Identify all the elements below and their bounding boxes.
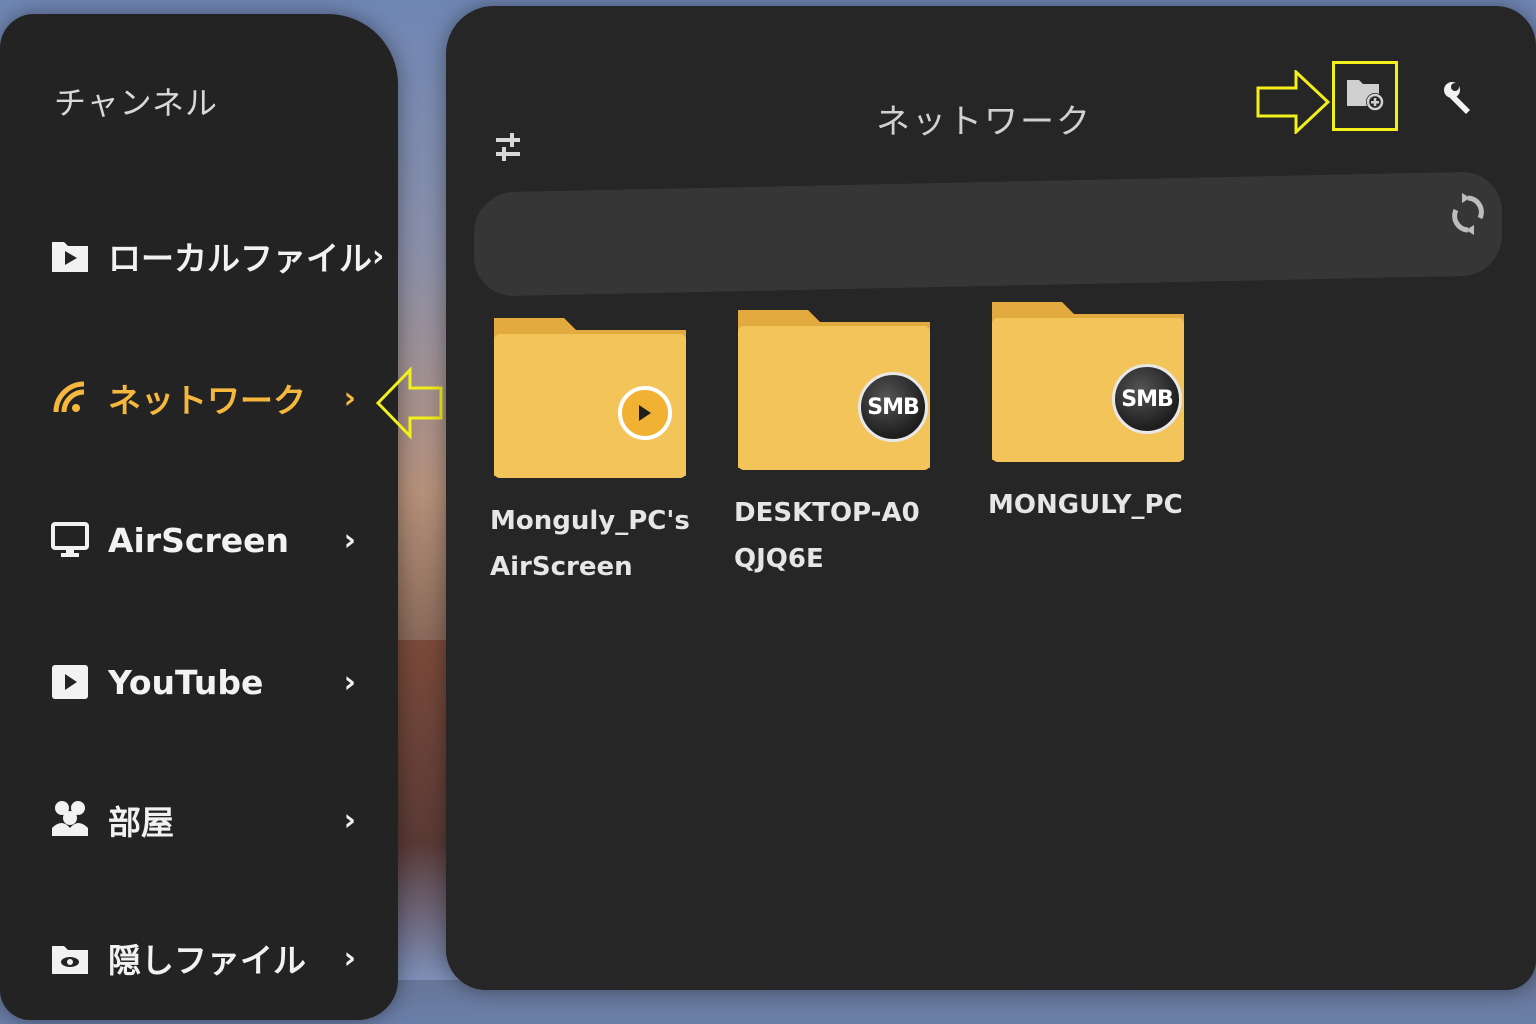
page-title: ネットワーク [876,102,1092,142]
chevron-right-icon: › [372,238,385,274]
sidebar-item-label: 部屋 [108,803,174,842]
chevron-right-icon: › [343,664,356,700]
chevron-right-icon: › [343,380,356,416]
folder-label: MONGULY_PC [988,490,1183,520]
path-bar[interactable] [474,171,1502,297]
network-panel: ネットワーク Monguly_PC's AirScreen SMB DESKTO… [446,6,1536,990]
wifi-icon [50,378,90,418]
sidebar-item-youtube[interactable]: YouTube › [50,652,370,712]
chevron-right-icon: › [343,802,356,838]
arrow-right-icon [1256,68,1331,138]
sidebar-item-label: YouTube [108,662,264,702]
folder-item-desktop[interactable]: SMB DESKTOP-A0QJQ6E [734,304,954,582]
arrow-left-icon [375,366,444,444]
sidebar-item-label: 隠しファイル [108,941,306,980]
sidebar-item-label: ローカルファイル [108,239,372,278]
sidebar-item-network[interactable]: ネットワーク › [50,368,370,428]
channel-sidebar: チャンネル ローカルファイル › ネットワーク › AirScreen › Yo… [0,14,398,1020]
chevron-right-icon: › [343,940,356,976]
play-icon [618,386,672,440]
wrench-icon [1442,82,1474,120]
sidebar-item-airscreen[interactable]: AirScreen › [50,510,370,570]
sidebar-item-label: AirScreen [108,520,289,560]
chevron-right-icon: › [343,522,356,558]
sidebar-title: チャンネル [54,84,219,122]
smb-icon: SMB [1112,364,1182,434]
folder-icon [490,312,690,482]
folder-label: DESKTOP-A0QJQ6E [734,498,920,574]
add-folder-icon [1345,76,1385,116]
folder-label: Monguly_PC's AirScreen [490,506,690,582]
monitor-icon [50,520,90,560]
add-folder-button[interactable] [1332,61,1398,131]
folder-item-monguly-pc[interactable]: SMB MONGULY_PC [988,296,1208,528]
people-icon [50,800,90,840]
hidden-folder-icon [50,938,90,978]
folder-item-airscreen[interactable]: Monguly_PC's AirScreen [490,312,710,590]
sidebar-item-label: ネットワーク [108,381,306,420]
sidebar-item-rooms[interactable]: 部屋 › [50,790,370,850]
filter-icon[interactable] [494,130,522,170]
folder-icon: SMB [988,296,1188,466]
play-file-icon [50,236,90,276]
sidebar-item-hidden-files[interactable]: 隠しファイル › [50,928,370,988]
refresh-icon [1450,193,1486,240]
sidebar-item-local-files[interactable]: ローカルファイル › [50,226,384,286]
smb-icon: SMB [858,372,928,442]
folder-icon: SMB [734,304,934,474]
settings-button[interactable] [1442,80,1474,120]
refresh-button[interactable] [1450,192,1486,240]
youtube-icon [50,662,90,702]
